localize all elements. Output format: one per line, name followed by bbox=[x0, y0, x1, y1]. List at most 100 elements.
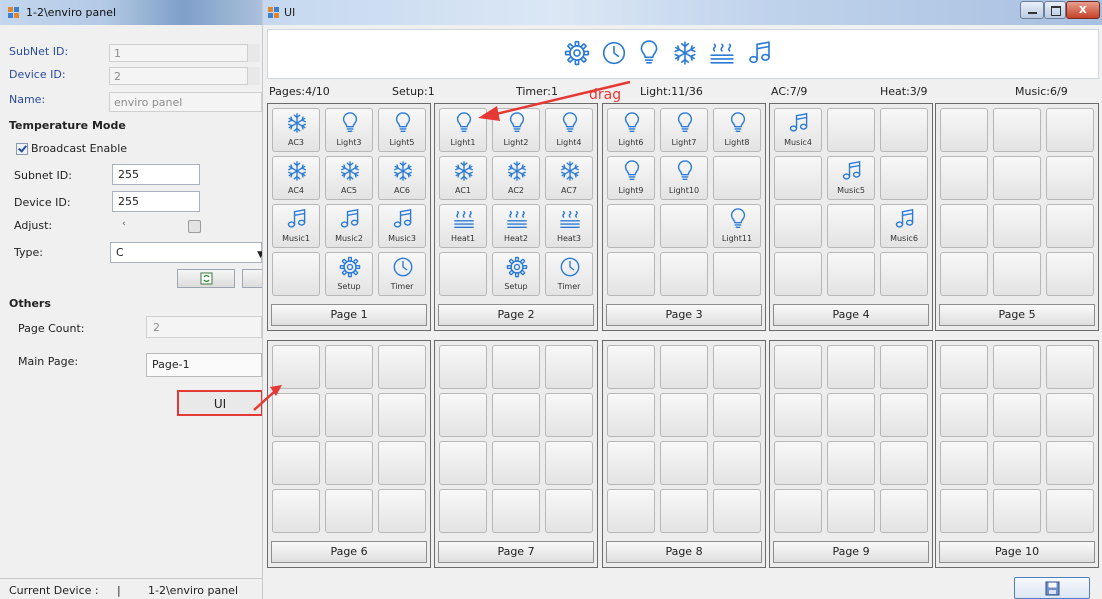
ui-title-bar[interactable]: UI x bbox=[263, 0, 1102, 25]
empty-slot[interactable] bbox=[607, 393, 655, 437]
page-button[interactable]: Page 3 bbox=[606, 304, 762, 326]
device-button-light5[interactable]: Light5 bbox=[378, 108, 426, 152]
empty-slot[interactable] bbox=[880, 156, 928, 200]
empty-slot[interactable] bbox=[1046, 393, 1094, 437]
subnet-id-field[interactable]: 1 bbox=[109, 44, 259, 62]
device-id-spinner[interactable] bbox=[247, 67, 260, 85]
main-page-select[interactable]: Page-1 bbox=[146, 353, 262, 377]
empty-slot[interactable] bbox=[774, 489, 822, 533]
empty-slot[interactable] bbox=[713, 441, 761, 485]
empty-slot[interactable] bbox=[272, 345, 320, 389]
device-button-setup[interactable]: Setup bbox=[325, 252, 373, 296]
subnet-id-spinner[interactable] bbox=[247, 44, 260, 62]
device-button-ac6[interactable]: AC6 bbox=[378, 156, 426, 200]
ui-button[interactable]: UI bbox=[177, 390, 262, 416]
empty-slot[interactable] bbox=[940, 156, 988, 200]
broadcast-enable-checkbox[interactable] bbox=[16, 143, 28, 155]
empty-slot[interactable] bbox=[607, 489, 655, 533]
page-button[interactable]: Page 2 bbox=[438, 304, 594, 326]
empty-slot[interactable] bbox=[439, 441, 487, 485]
device-button-ac7[interactable]: AC7 bbox=[545, 156, 593, 200]
empty-slot[interactable] bbox=[827, 252, 875, 296]
empty-slot[interactable] bbox=[545, 489, 593, 533]
device-button-ac4[interactable]: AC4 bbox=[272, 156, 320, 200]
device-button-ac3[interactable]: AC3 bbox=[272, 108, 320, 152]
device-button-light10[interactable]: Light10 bbox=[660, 156, 708, 200]
device-button-music5[interactable]: Music5 bbox=[827, 156, 875, 200]
empty-slot[interactable] bbox=[439, 489, 487, 533]
empty-slot[interactable] bbox=[880, 108, 928, 152]
empty-slot[interactable] bbox=[713, 393, 761, 437]
device-button-timer[interactable]: Timer bbox=[545, 252, 593, 296]
empty-slot[interactable] bbox=[272, 489, 320, 533]
device-id-field[interactable]: 2 bbox=[109, 67, 259, 85]
page-button[interactable]: Page 5 bbox=[939, 304, 1095, 326]
empty-slot[interactable] bbox=[940, 252, 988, 296]
empty-slot[interactable] bbox=[880, 252, 928, 296]
empty-slot[interactable] bbox=[439, 345, 487, 389]
close-button[interactable]: x bbox=[1066, 1, 1100, 19]
empty-slot[interactable] bbox=[325, 441, 373, 485]
device-button-setup[interactable]: Setup bbox=[492, 252, 540, 296]
tm-device-id-input[interactable]: 255 bbox=[112, 191, 200, 212]
empty-slot[interactable] bbox=[545, 441, 593, 485]
device-button-light4[interactable]: Light4 bbox=[545, 108, 593, 152]
empty-slot[interactable] bbox=[827, 108, 875, 152]
empty-slot[interactable] bbox=[827, 345, 875, 389]
device-button-music6[interactable]: Music6 bbox=[880, 204, 928, 248]
empty-slot[interactable] bbox=[272, 252, 320, 296]
tm-subnet-id-input[interactable]: 255 bbox=[112, 164, 200, 185]
empty-slot[interactable] bbox=[1046, 489, 1094, 533]
empty-slot[interactable] bbox=[713, 252, 761, 296]
device-button-ac1[interactable]: AC1 bbox=[439, 156, 487, 200]
empty-slot[interactable] bbox=[940, 393, 988, 437]
page-button[interactable]: Page 4 bbox=[773, 304, 929, 326]
scroll-left-arrow-icon[interactable]: ‹ bbox=[122, 219, 126, 229]
empty-slot[interactable] bbox=[660, 345, 708, 389]
empty-slot[interactable] bbox=[993, 393, 1041, 437]
type-select[interactable]: C ▼ bbox=[110, 242, 262, 263]
empty-slot[interactable] bbox=[774, 393, 822, 437]
empty-slot[interactable] bbox=[993, 441, 1041, 485]
empty-slot[interactable] bbox=[880, 441, 928, 485]
empty-slot[interactable] bbox=[439, 393, 487, 437]
empty-slot[interactable] bbox=[713, 156, 761, 200]
empty-slot[interactable] bbox=[827, 489, 875, 533]
page-button[interactable]: Page 10 bbox=[939, 541, 1095, 563]
music-note-icon[interactable] bbox=[747, 40, 773, 66]
empty-slot[interactable] bbox=[272, 441, 320, 485]
device-button-light6[interactable]: Light6 bbox=[607, 108, 655, 152]
snowflake-icon[interactable] bbox=[672, 40, 698, 66]
empty-slot[interactable] bbox=[545, 345, 593, 389]
empty-slot[interactable] bbox=[378, 489, 426, 533]
empty-slot[interactable] bbox=[940, 204, 988, 248]
empty-slot[interactable] bbox=[492, 441, 540, 485]
page-button[interactable]: Page 9 bbox=[773, 541, 929, 563]
device-button-light11[interactable]: Light11 bbox=[713, 204, 761, 248]
empty-slot[interactable] bbox=[774, 441, 822, 485]
page-button[interactable]: Page 1 bbox=[271, 304, 427, 326]
title-bar[interactable]: 1-2\enviro panel bbox=[0, 0, 262, 25]
empty-slot[interactable] bbox=[993, 204, 1041, 248]
empty-slot[interactable] bbox=[325, 393, 373, 437]
empty-slot[interactable] bbox=[880, 345, 928, 389]
device-button-light1[interactable]: Light1 bbox=[439, 108, 487, 152]
device-button-light7[interactable]: Light7 bbox=[660, 108, 708, 152]
empty-slot[interactable] bbox=[993, 489, 1041, 533]
page-button[interactable]: Page 8 bbox=[606, 541, 762, 563]
page-button[interactable]: Page 7 bbox=[438, 541, 594, 563]
empty-slot[interactable] bbox=[774, 204, 822, 248]
minimize-button[interactable] bbox=[1020, 1, 1044, 19]
gear-icon[interactable] bbox=[564, 40, 590, 66]
empty-slot[interactable] bbox=[660, 252, 708, 296]
refresh-button[interactable] bbox=[177, 269, 235, 288]
empty-slot[interactable] bbox=[940, 345, 988, 389]
device-button-music3[interactable]: Music3 bbox=[378, 204, 426, 248]
empty-slot[interactable] bbox=[378, 441, 426, 485]
empty-slot[interactable] bbox=[607, 204, 655, 248]
empty-slot[interactable] bbox=[1046, 345, 1094, 389]
device-button-light3[interactable]: Light3 bbox=[325, 108, 373, 152]
empty-slot[interactable] bbox=[827, 393, 875, 437]
empty-slot[interactable] bbox=[993, 108, 1041, 152]
name-field[interactable]: enviro panel bbox=[109, 92, 262, 112]
